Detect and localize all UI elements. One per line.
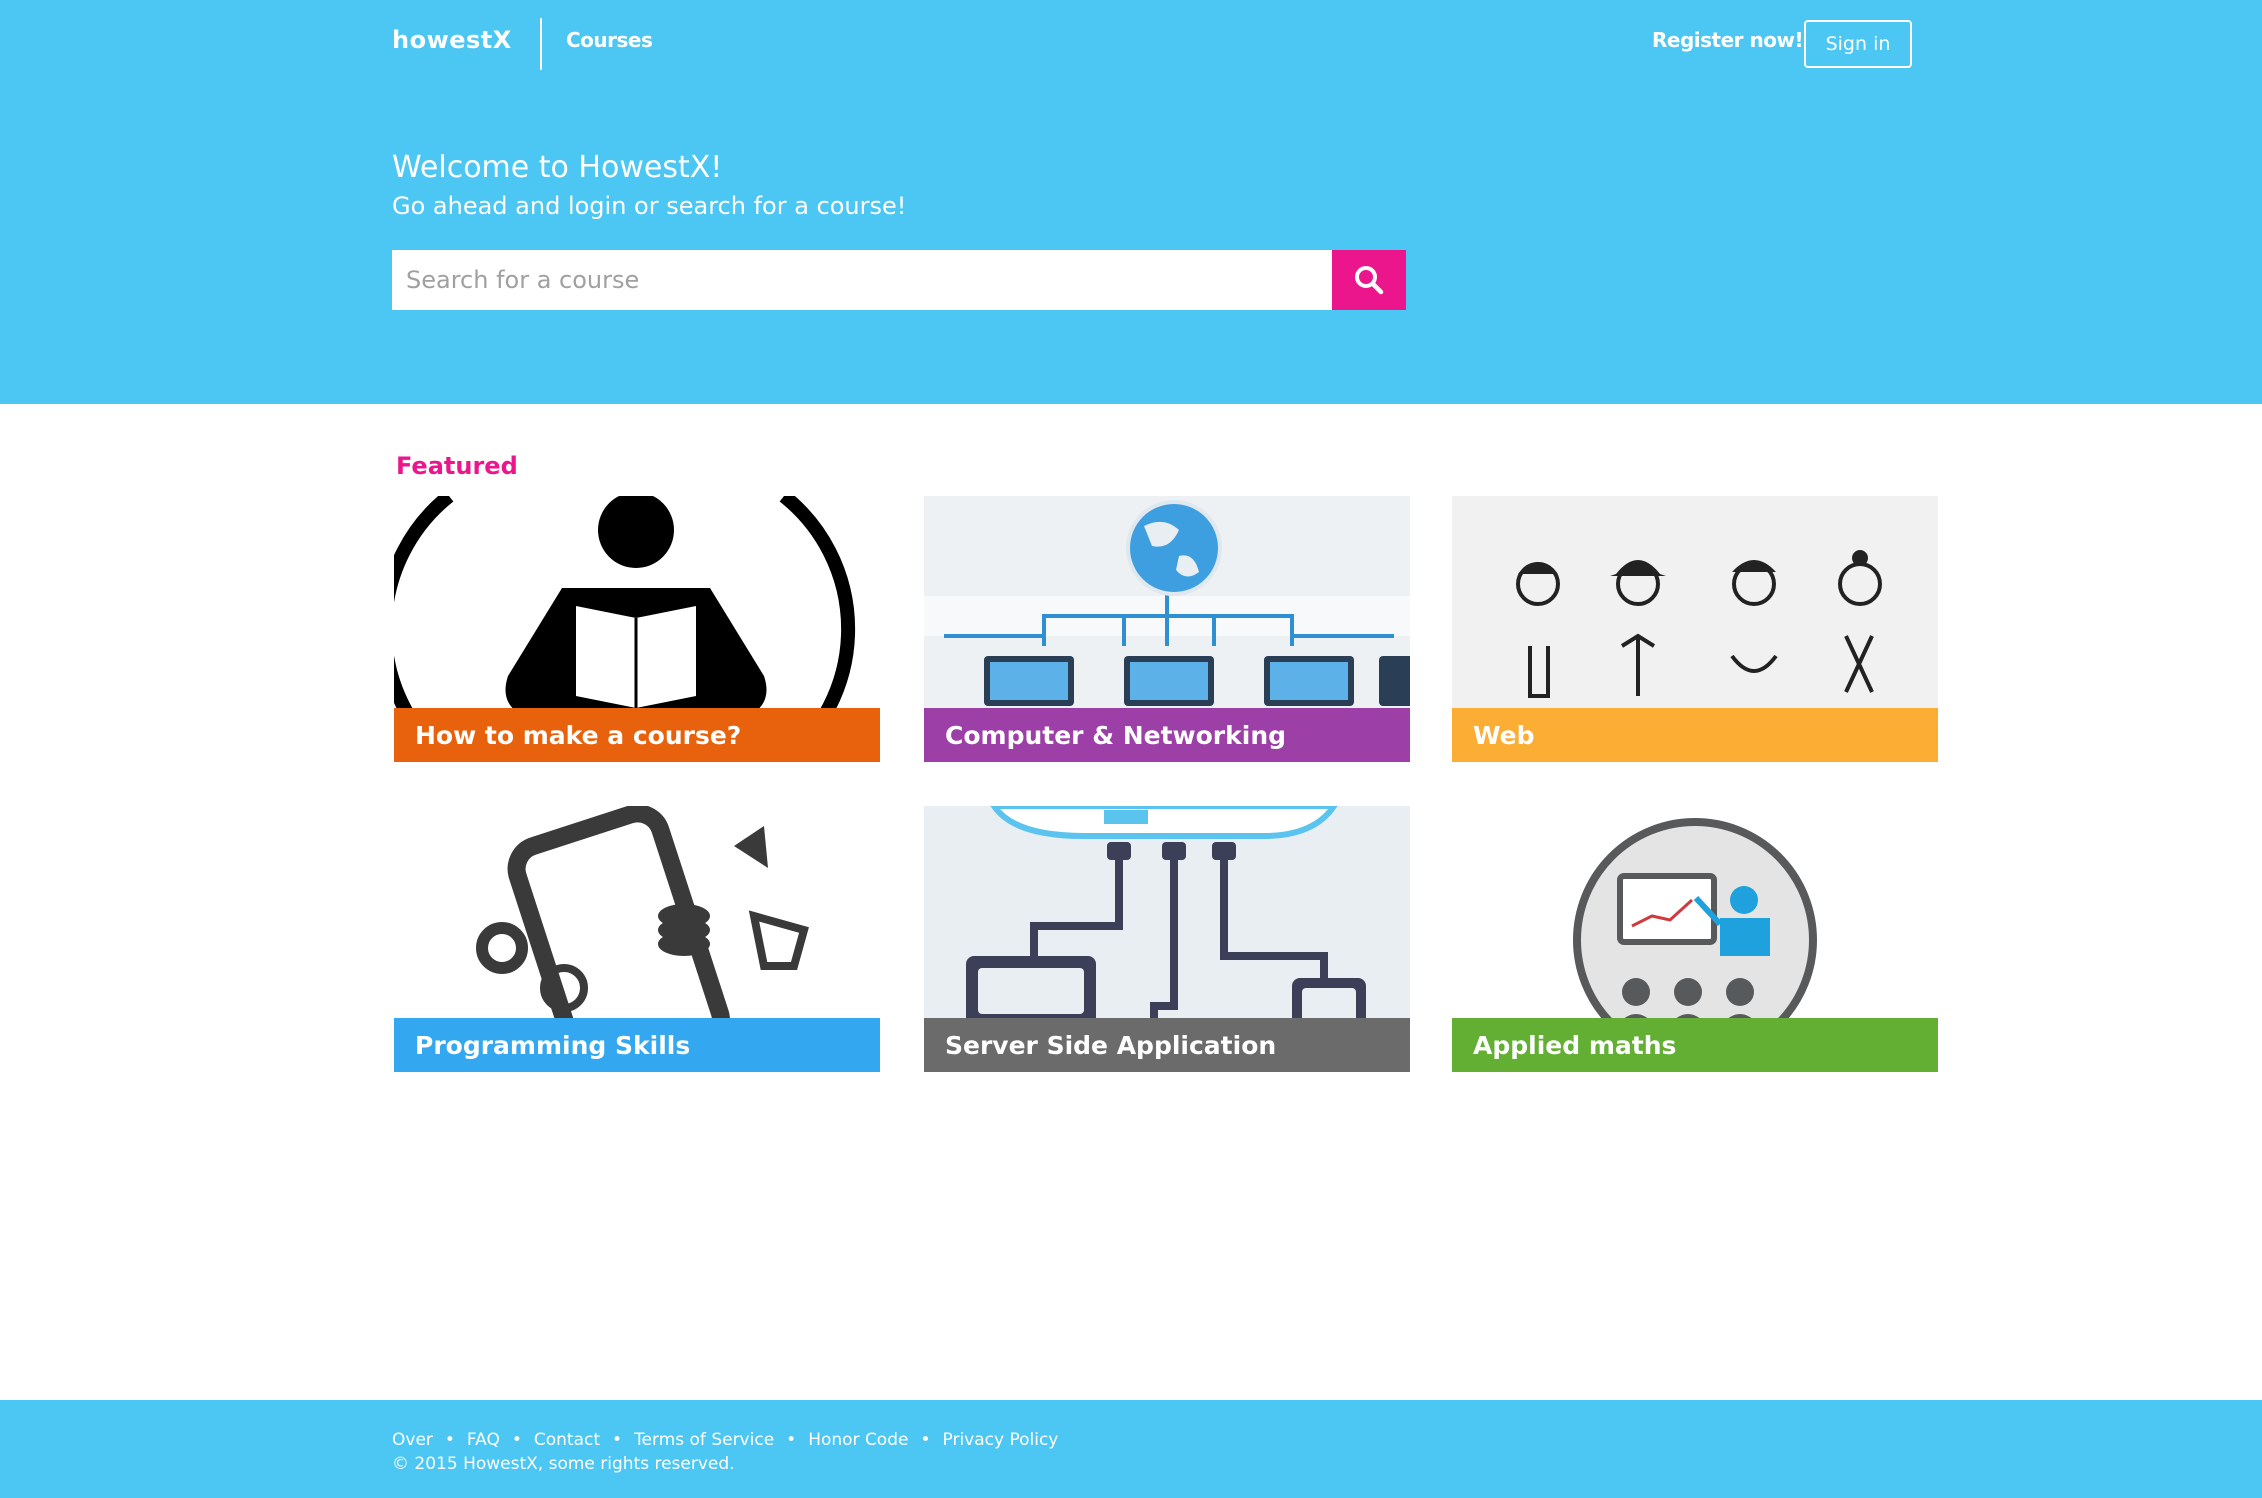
course-card-bar: Computer & Networking	[924, 708, 1410, 762]
course-title: Web	[1473, 720, 1535, 750]
course-card-web[interactable]: Web	[1452, 496, 1938, 762]
footer-separator: •	[920, 1430, 931, 1450]
footer-link-contact[interactable]: Contact	[534, 1430, 600, 1450]
search-button[interactable]	[1332, 250, 1406, 310]
course-title: Applied maths	[1473, 1030, 1677, 1060]
footer-separator: •	[612, 1430, 623, 1450]
course-card-bar: Programming Skills	[394, 1018, 880, 1072]
course-card-applied-maths[interactable]: Applied maths	[1452, 806, 1938, 1072]
course-card-how-to-make[interactable]: How to make a course?	[394, 496, 880, 762]
nav-courses-link[interactable]: Courses	[566, 28, 653, 52]
footer-link-privacy[interactable]: Privacy Policy	[943, 1430, 1059, 1450]
register-link[interactable]: Register now!	[1652, 28, 1804, 52]
course-title: Programming Skills	[415, 1030, 691, 1060]
course-card-computer-networking[interactable]: Computer & Networking	[924, 496, 1410, 762]
course-card-bar: Server Side Application	[924, 1018, 1410, 1072]
course-card-bar: Web	[1452, 708, 1938, 762]
copyright-text: © 2015 HowestX, some rights reserved.	[392, 1454, 735, 1474]
course-title: Computer & Networking	[945, 720, 1287, 750]
hero-banner: howestX Courses Register now! Sign in We…	[0, 0, 2262, 404]
course-card-bar: Applied maths	[1452, 1018, 1938, 1072]
course-card-server-side[interactable]: Server Side Application	[924, 806, 1410, 1072]
footer: Over • FAQ • Contact • Terms of Service …	[0, 1400, 2262, 1498]
footer-separator: •	[511, 1430, 522, 1450]
welcome-subtitle: Go ahead and login or search for a cours…	[392, 192, 907, 220]
nav-divider	[540, 18, 542, 70]
footer-separator: •	[444, 1430, 455, 1450]
course-title: How to make a course?	[415, 720, 742, 750]
footer-links: Over • FAQ • Contact • Terms of Service …	[392, 1430, 1058, 1450]
featured-heading: Featured	[396, 452, 518, 480]
search-input[interactable]	[392, 250, 1332, 310]
course-card-programming-skills[interactable]: Programming Skills	[394, 806, 880, 1072]
course-card-bar: How to make a course?	[394, 708, 880, 762]
footer-link-honor-code[interactable]: Honor Code	[808, 1430, 908, 1450]
site-logo[interactable]: howestX	[392, 26, 512, 54]
footer-link-faq[interactable]: FAQ	[467, 1430, 500, 1450]
course-title: Server Side Application	[945, 1030, 1277, 1060]
footer-link-terms[interactable]: Terms of Service	[634, 1430, 774, 1450]
welcome-title: Welcome to HowestX!	[392, 150, 723, 185]
footer-separator: •	[786, 1430, 797, 1450]
signin-button[interactable]: Sign in	[1804, 20, 1912, 68]
search-icon	[1355, 266, 1384, 295]
footer-link-over[interactable]: Over	[392, 1430, 433, 1450]
